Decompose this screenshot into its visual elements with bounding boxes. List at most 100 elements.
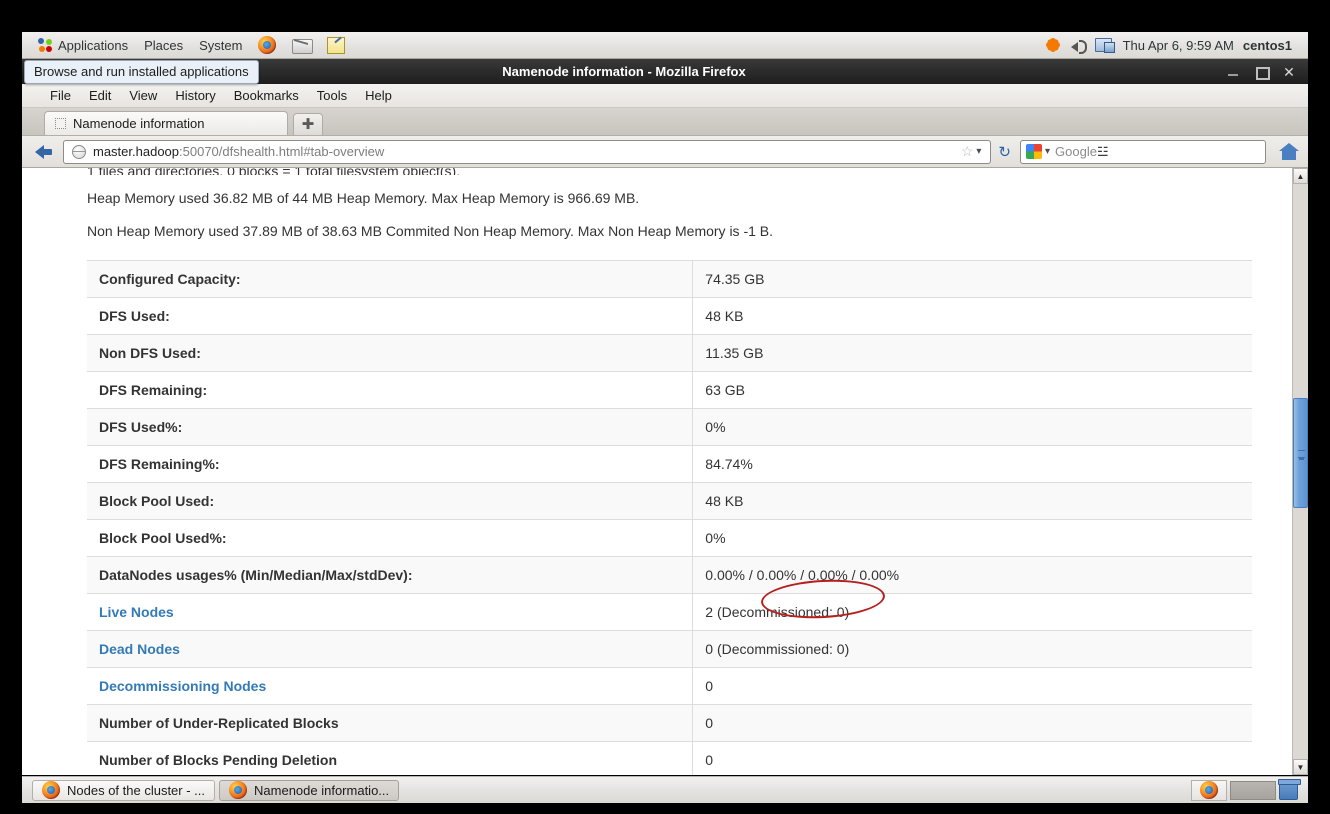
scrollbar-thumb[interactable] [1293, 398, 1308, 508]
live-nodes-link[interactable]: Live Nodes [99, 604, 174, 620]
launcher-text-editor[interactable] [319, 34, 352, 57]
row-key: DataNodes usages% (Min/Median/Max/stdDev… [87, 556, 694, 594]
back-arrow-icon[interactable] [32, 141, 56, 163]
decommissioning-nodes-link[interactable]: Decommissioning Nodes [99, 678, 266, 694]
row-value: 48 KB [692, 297, 1252, 335]
trash-icon[interactable] [1278, 778, 1301, 800]
cluster-summary-table: Configured Capacity: 74.35 GB DFS Used: … [87, 260, 1252, 775]
row-key: Configured Capacity: [87, 260, 694, 298]
table-row: Number of Blocks Pending Deletion 0 [87, 741, 1252, 775]
scroll-up-arrow-icon[interactable]: ▲ [1293, 168, 1308, 184]
row-key: DFS Remaining: [87, 371, 694, 409]
taskbar-item-label: Namenode informatio... [254, 782, 390, 798]
vertical-scrollbar[interactable]: ▲ ▼ [1292, 168, 1308, 775]
new-tab-button[interactable]: ✚ [293, 113, 323, 135]
browser-content-area: 1 files and directories, 0 blocks = 1 to… [22, 168, 1308, 775]
row-key: Live Nodes [87, 593, 694, 631]
menu-edit[interactable]: Edit [89, 88, 111, 103]
globe-icon [72, 144, 86, 159]
menu-file[interactable]: File [50, 88, 71, 103]
places-menu[interactable]: Places [136, 34, 191, 57]
launcher-firefox[interactable] [250, 34, 284, 57]
address-bar[interactable]: master.hadoop :50070/dfshealth.html#tab-… [63, 139, 992, 164]
row-value: 63 GB [692, 371, 1252, 409]
namenode-overview-page: 1 files and directories, 0 blocks = 1 to… [22, 168, 1292, 775]
row-value: 0.00% / 0.00% / 0.00% / 0.00% [692, 556, 1252, 594]
desktop: Applications Places System Thu Apr 6, 9:… [0, 0, 1330, 814]
user-menu[interactable]: centos1 [1243, 38, 1298, 53]
google-icon [1026, 144, 1042, 159]
table-row: Dead Nodes 0 (Decommissioned: 0) [87, 630, 1252, 668]
table-row: DFS Used%: 0% [87, 408, 1252, 446]
brightness-icon[interactable] [1045, 37, 1061, 53]
reload-icon[interactable]: ↻ [998, 143, 1011, 161]
taskbar-tray [1191, 778, 1304, 801]
table-row: Block Pool Used: 48 KB [87, 482, 1252, 520]
table-row: Configured Capacity: 74.35 GB [87, 260, 1252, 298]
url-host: master.hadoop [93, 144, 180, 159]
non-heap-memory-line: Non Heap Memory used 37.89 MB of 38.63 M… [87, 223, 774, 239]
taskbar-item-namenode-information[interactable]: Namenode informatio... [219, 779, 400, 801]
table-row: Decommissioning Nodes 0 [87, 667, 1252, 705]
row-value: 0% [692, 519, 1252, 557]
dead-nodes-link[interactable]: Dead Nodes [99, 641, 180, 657]
clock[interactable]: Thu Apr 6, 9:59 AM [1123, 38, 1234, 53]
row-value: 74.35 GB [692, 260, 1252, 298]
menu-view[interactable]: View [129, 88, 157, 103]
firefox-icon [229, 781, 248, 799]
menu-bookmarks[interactable]: Bookmarks [234, 88, 299, 103]
table-row: DataNodes usages% (Min/Median/Max/stdDev… [87, 556, 1252, 594]
workspace-switcher[interactable] [1230, 780, 1276, 800]
panel-status-area: Thu Apr 6, 9:59 AM centos1 [1045, 37, 1308, 54]
menu-tools[interactable]: Tools [317, 88, 347, 103]
row-key: Number of Blocks Pending Deletion [87, 741, 694, 775]
applications-menu[interactable]: Applications [30, 34, 136, 57]
close-button[interactable]: ✕ [1282, 65, 1296, 79]
mail-icon [292, 38, 314, 54]
places-menu-label: Places [144, 37, 184, 53]
row-value: 11.35 GB [692, 334, 1252, 372]
taskbar-item-nodes-of-the-cluster[interactable]: Nodes of the cluster - ... [32, 779, 216, 801]
scrollbar-track[interactable] [1293, 184, 1308, 759]
row-key: Block Pool Used%: [87, 519, 694, 557]
live-nodes-value: 2 (Decommissioned: 0) [692, 593, 1252, 631]
menu-history[interactable]: History [175, 88, 215, 103]
window-controls: ✕ [1226, 65, 1308, 80]
table-row: Number of Under-Replicated Blocks 0 [87, 704, 1252, 742]
table-row: Block Pool Used%: 0% [87, 519, 1252, 557]
firefox-icon [1200, 781, 1218, 799]
tray-firefox-button[interactable] [1191, 779, 1227, 801]
binoculars-icon[interactable]: ☳ [1097, 144, 1109, 160]
bookmark-star-icon[interactable]: ☆ [961, 143, 974, 160]
row-value: 0 [692, 741, 1252, 775]
row-key: DFS Used: [87, 297, 694, 335]
row-value: 0 [692, 704, 1252, 742]
row-value: 0 [692, 667, 1252, 705]
volume-icon[interactable] [1070, 38, 1087, 54]
launcher-mail[interactable] [284, 34, 319, 57]
home-icon[interactable] [1277, 141, 1301, 163]
system-menu[interactable]: System [191, 34, 250, 57]
search-bar[interactable]: ▾ Google ☳ [1020, 139, 1266, 164]
network-icon[interactable] [1094, 37, 1115, 53]
search-input[interactable]: Google [1055, 144, 1097, 159]
applications-tooltip: Browse and run installed applications [24, 60, 259, 84]
scroll-down-arrow-icon[interactable]: ▼ [1293, 759, 1308, 775]
app-grid-icon [38, 37, 53, 53]
gnome-top-panel: Applications Places System Thu Apr 6, 9:… [22, 32, 1308, 59]
chevron-down-icon[interactable]: ▾ [976, 146, 981, 157]
menu-help[interactable]: Help [365, 88, 392, 103]
firefox-icon [42, 781, 60, 799]
maximize-button[interactable] [1254, 65, 1270, 80]
tab-namenode-information[interactable]: Namenode information [44, 111, 288, 135]
table-row: DFS Remaining: 63 GB [87, 371, 1252, 409]
filesystem-objects-line: 1 files and directories, 0 blocks = 1 to… [87, 168, 1252, 175]
search-engine-chevron-icon[interactable]: ▾ [1045, 146, 1050, 157]
page-favicon-icon [55, 118, 66, 129]
table-row: DFS Used: 48 KB [87, 297, 1252, 335]
firefox-window: Namenode information - Mozilla Firefox ✕… [22, 59, 1308, 775]
navigation-toolbar: master.hadoop :50070/dfshealth.html#tab-… [22, 136, 1308, 168]
minimize-button[interactable] [1226, 65, 1240, 79]
window-list-taskbar: Nodes of the cluster - ... Namenode info… [22, 776, 1308, 803]
system-menu-label: System [199, 37, 243, 53]
